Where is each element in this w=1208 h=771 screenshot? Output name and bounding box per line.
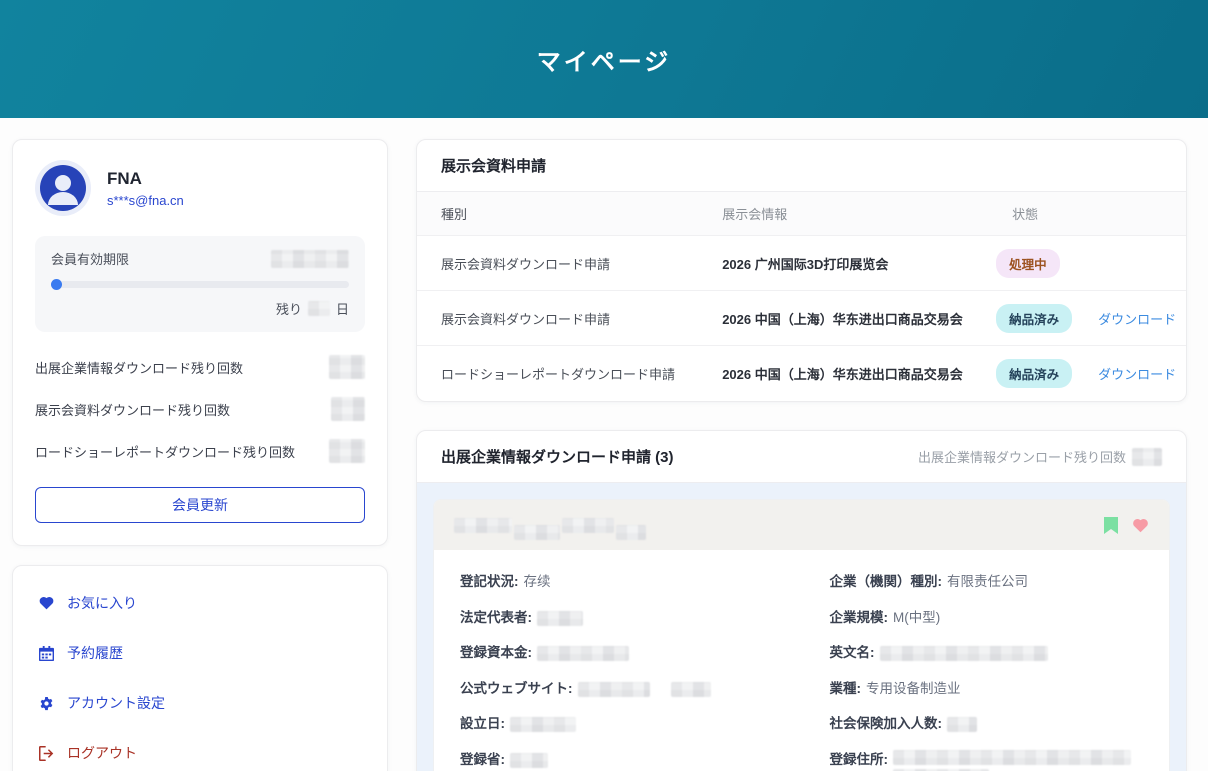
column-header-exhibition: 展示会情報 [722,204,996,223]
nav-item-account-settings[interactable]: アカウント設定 [13,678,387,728]
field-registered-province: 登録省: [460,742,774,771]
exhibition-name: 2026 中国（上海）华东进出口商品交易会 [722,309,996,328]
table-header-row: 種別 展示会情報 状態 [417,192,1186,236]
company-card-actions [1104,517,1149,534]
company-result-card: 登記状況:存续 法定代表者: 登録資本金: 公式ウェブサイト: [433,499,1170,771]
renew-membership-button[interactable]: 会員更新 [35,487,365,523]
company-remaining: 出展企業情報ダウンロード残り回数 [918,447,1162,466]
counter-value-redacted [329,355,365,379]
nav-item-label: 予約履歴 [67,643,123,663]
content-area: FNA s***s@fna.cn 会員有効期限 残り 日 [0,118,1208,771]
nav-item-label: ログアウト [67,743,137,763]
field-legal-representative: 法定代表者: [460,600,774,636]
nav-item-label: アカウント設定 [67,693,165,713]
application-type: ロードショーレポートダウンロード申請 [441,364,722,383]
status-badge: 納品済み [996,359,1072,388]
field-establishment-date: 設立日: [460,706,774,742]
field-english-name: 英文名: [830,635,1144,671]
field-registered-address: 登録住所: [830,742,1144,771]
counter-label: 出展企業情報ダウンロード残り回数 [35,358,243,377]
profile-card: FNA s***s@fna.cn 会員有効期限 残り 日 [12,139,388,546]
membership-progress-dot [51,279,62,290]
nav-item-label: お気に入り [67,593,137,613]
field-company-type: 企業（機関）種別:有限责任公司 [830,564,1144,600]
counter-label: 展示会資料ダウンロード残り回数 [35,400,230,419]
company-card-head [434,500,1169,550]
avatar [35,160,91,216]
download-link[interactable]: ダウンロード [1098,364,1176,383]
table-row: ロードショーレポートダウンロード申請 2026 中国（上海）华东进出口商品交易会… [417,346,1186,401]
company-remaining-value-redacted [1132,448,1162,466]
status-badge: 納品済み [996,304,1072,333]
counter-row: 出展企業情報ダウンロード残り回数 [35,346,365,388]
company-section-title: 出展企業情報ダウンロード申請 (3) [441,446,674,467]
field-industry: 業種:专用设备制造业 [830,671,1144,707]
field-registered-capital: 登録資本金: [460,635,774,671]
field-registration-status: 登記状況:存续 [460,564,774,600]
download-counters: 出展企業情報ダウンロード残り回数 展示会資料ダウンロード残り回数 ロードショーレ… [35,346,365,472]
table-row: 展示会資料ダウンロード申請 2026 中国（上海）华东进出口商品交易会 納品済み… [417,291,1186,346]
company-section-head: 出展企業情報ダウンロード申請 (3) 出展企業情報ダウンロード残り回数 [417,431,1186,483]
logout-icon [38,745,54,761]
remaining-prefix: 残り [276,299,302,318]
applications-title: 展示会資料申請 [441,155,546,176]
exhibition-applications-card: 展示会資料申請 種別 展示会情報 状態 展示会資料ダウンロード申請 2026 广… [416,139,1187,402]
details-right-column: 企業（機関）種別:有限责任公司 企業規模:M(中型) 英文名: 業種:专用设备制… [830,564,1144,771]
left-sidebar: FNA s***s@fna.cn 会員有効期限 残り 日 [12,139,388,771]
table-row: 展示会資料ダウンロード申請 2026 广州国际3D打印展览会 処理中 [417,236,1186,291]
company-section-body: 登記状況:存续 法定代表者: 登録資本金: 公式ウェブサイト: [417,483,1186,771]
counter-row: ロードショーレポートダウンロード残り回数 [35,430,365,472]
profile-identity: FNA s***s@fna.cn [107,168,184,207]
membership-value-redacted [271,250,349,268]
exhibition-name: 2026 广州国际3D打印展览会 [722,254,996,273]
company-info-card: 出展企業情報ダウンロード申請 (3) 出展企業情報ダウンロード残り回数 [416,430,1187,771]
nav-item-favorites[interactable]: お気に入り [13,578,387,628]
favorite-heart-icon[interactable] [1132,518,1149,533]
counter-row: 展示会資料ダウンロード残り回数 [35,388,365,430]
status-badge: 処理中 [996,249,1060,278]
applications-card-head: 展示会資料申請 [417,140,1186,192]
details-left-column: 登記状況:存续 法定代表者: 登録資本金: 公式ウェブサイト: [460,564,774,771]
company-details: 登記状況:存续 法定代表者: 登録資本金: 公式ウェブサイト: [434,550,1169,771]
company-remaining-label: 出展企業情報ダウンロード残り回数 [918,447,1126,466]
company-name-redacted [454,518,646,533]
column-header-status: 状態 [996,204,1162,223]
page-header: マイページ [0,0,1208,118]
heart-icon [38,595,54,611]
nav-item-reservations[interactable]: 予約履歴 [13,628,387,678]
membership-box: 会員有効期限 残り 日 [35,236,365,332]
exhibition-name: 2026 中国（上海）华东进出口商品交易会 [722,364,996,383]
user-email: s***s@fna.cn [107,193,184,208]
page-title: マイページ [537,42,672,77]
gear-icon [38,695,54,711]
profile-head: FNA s***s@fna.cn [35,160,365,216]
application-type: 展示会資料ダウンロード申請 [441,254,722,273]
user-icon [40,165,86,211]
counter-value-redacted [331,397,365,421]
download-link[interactable]: ダウンロード [1098,309,1176,328]
counter-value-redacted [329,439,365,463]
counter-label: ロードショーレポートダウンロード残り回数 [35,442,295,461]
my-page: マイページ [0,0,1208,771]
field-official-website: 公式ウェブサイト: [460,671,774,707]
bookmark-icon[interactable] [1104,517,1118,534]
column-header-type: 種別 [441,204,722,223]
main-area: 展示会資料申請 種別 展示会情報 状態 展示会資料ダウンロード申請 2026 广… [416,139,1187,771]
application-type: 展示会資料ダウンロード申請 [441,309,722,328]
field-social-insurance-count: 社会保険加入人数: [830,706,1144,742]
calendar-icon [38,645,54,661]
field-company-size: 企業規模:M(中型) [830,600,1144,636]
user-name: FNA [107,168,184,189]
remaining-days-redacted [308,301,330,316]
membership-label: 会員有効期限 [51,249,129,268]
nav-item-logout[interactable]: ログアウト [13,728,387,771]
membership-progress-bar [51,281,349,288]
membership-remaining: 残り 日 [51,299,349,318]
nav-card: お気に入り 予約履歴 アカウント設定 [12,565,388,771]
remaining-suffix: 日 [336,299,349,318]
